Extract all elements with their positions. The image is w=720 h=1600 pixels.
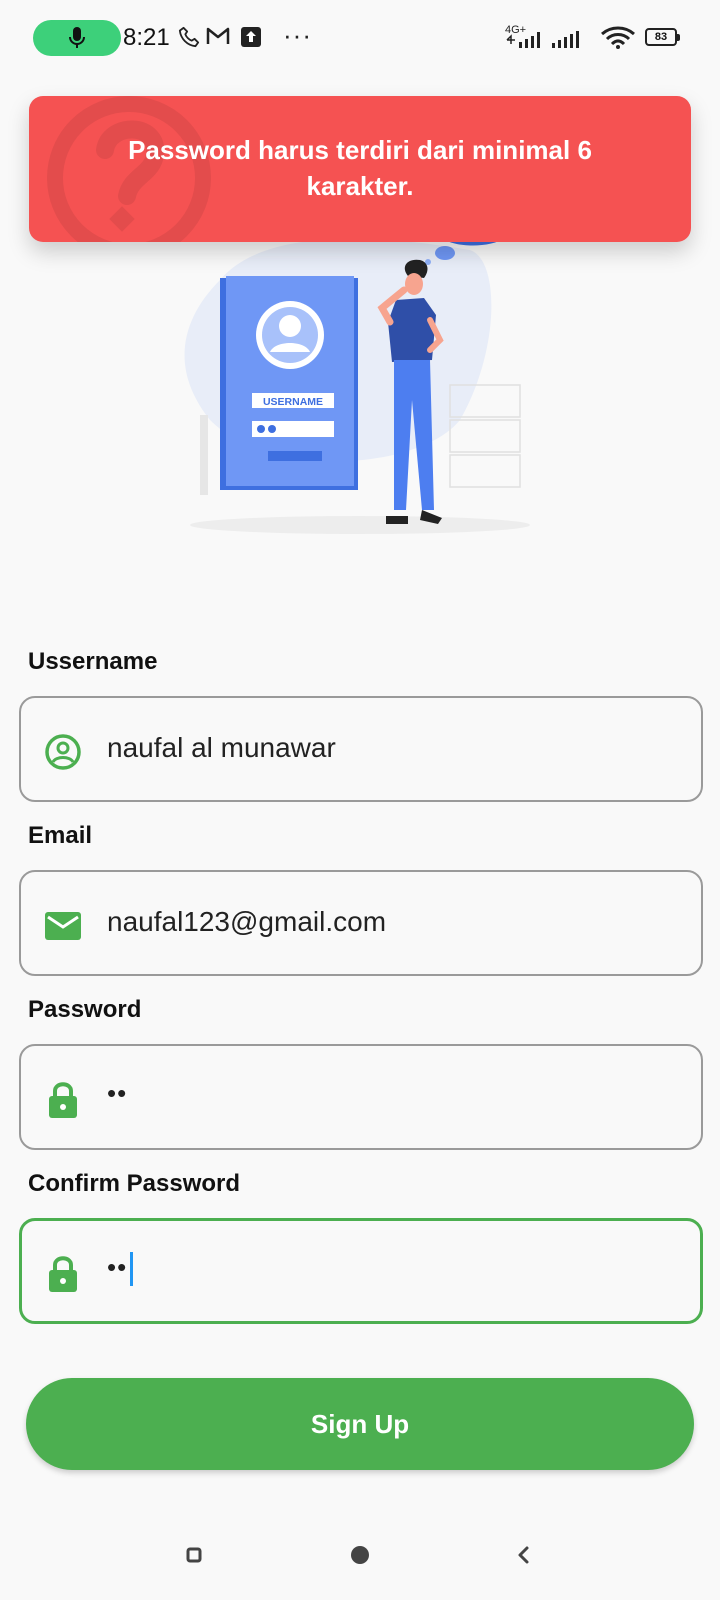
signal-strength-icon: [506, 32, 540, 48]
back-icon[interactable]: [516, 1545, 530, 1565]
mail-icon: [45, 912, 81, 940]
signup-illustration: USERNAME: [160, 200, 560, 550]
account-circle-icon: [45, 734, 81, 770]
signal-strength-2-icon: [552, 31, 579, 48]
sign-up-button[interactable]: Sign Up: [26, 1378, 694, 1470]
confirm-password-value: ••: [107, 1252, 128, 1282]
gmail-icon: [206, 27, 230, 44]
illustration-card-label: USERNAME: [263, 396, 323, 408]
home-icon[interactable]: [350, 1545, 370, 1565]
password-label: Password: [28, 996, 142, 1023]
toast-message: Password harus terdiri dari minimal 6 ka…: [128, 135, 592, 201]
lock-icon: [49, 1256, 77, 1292]
email-label: Email: [28, 822, 93, 849]
clock: 8:21: [123, 24, 170, 51]
username-label: Ussername: [28, 648, 158, 675]
error-toast: Password harus terdiri dari minimal 6 ka…: [29, 96, 691, 242]
email-value: naufal123@gmail.com: [107, 906, 387, 937]
phone-icon: [178, 26, 200, 48]
confirm-password-label: Confirm Password: [28, 1170, 241, 1197]
mic-indicator[interactable]: [33, 20, 121, 56]
status-bar: 8:21 ··· 4G+ 83: [0, 0, 720, 80]
upload-icon: [241, 27, 261, 47]
username-field[interactable]: naufal al munawar: [19, 696, 703, 802]
lock-icon: [49, 1082, 77, 1118]
text-cursor: [130, 1252, 134, 1287]
password-value: ••: [107, 1078, 128, 1108]
email-field[interactable]: naufal123@gmail.com: [19, 870, 703, 976]
wifi-icon: [601, 26, 635, 49]
password-field[interactable]: ••: [19, 1044, 703, 1150]
confirm-password-field[interactable]: ••: [19, 1218, 703, 1324]
more-notifications-icon: ···: [283, 20, 312, 50]
recent-apps-icon[interactable]: [186, 1547, 202, 1563]
microphone-icon: [69, 27, 85, 48]
confirm-password-value-wrap: ••: [107, 1252, 134, 1287]
username-value: naufal al munawar: [107, 732, 336, 763]
battery-indicator: 83: [645, 28, 680, 46]
